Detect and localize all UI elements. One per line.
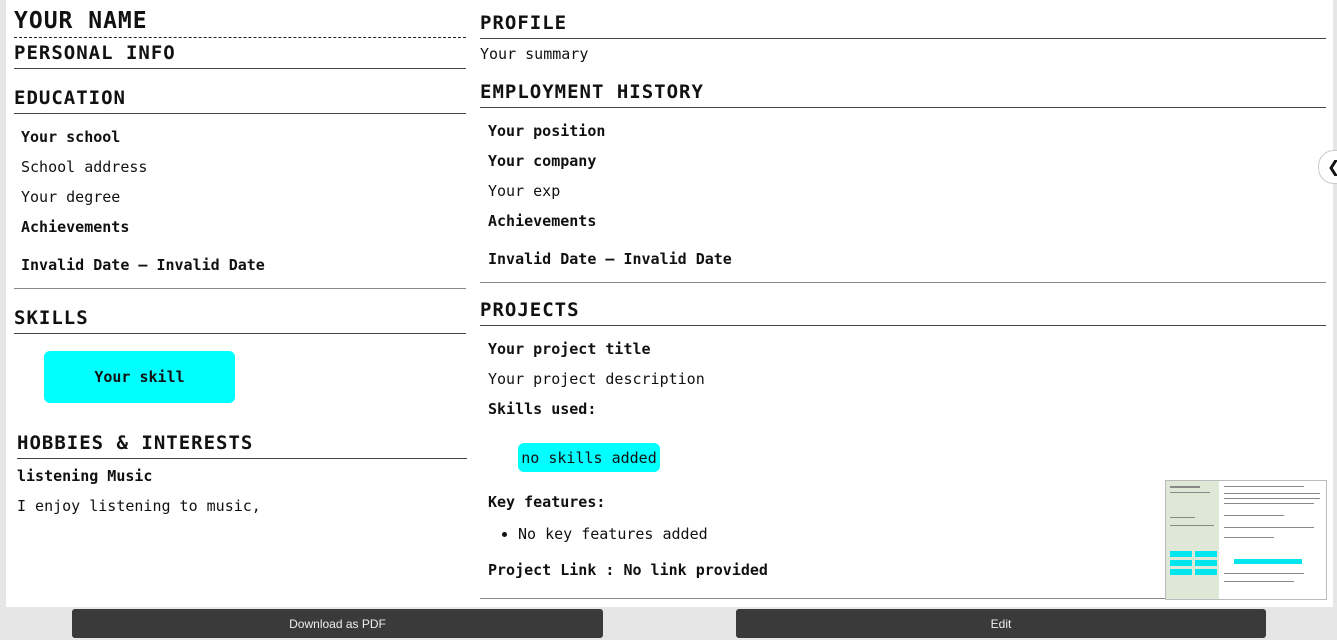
edit-button[interactable]: Edit <box>736 609 1266 638</box>
thumbnail-line <box>1224 503 1314 504</box>
thumbnail-pill <box>1170 551 1192 557</box>
project-link: Project Link : No link provided <box>488 561 768 579</box>
key-feature-item: No key features added <box>518 525 1148 543</box>
thumbnail-pill <box>1195 551 1217 557</box>
thumbnail-line <box>1224 573 1304 574</box>
education-title: EDUCATION <box>14 83 466 114</box>
thumbnail-line <box>1224 486 1304 487</box>
position: Your position <box>488 122 606 140</box>
projects-title: PROJECTS <box>480 295 1326 326</box>
hobby-description: I enjoy listening to music, <box>17 497 261 515</box>
skill-label: Your skill <box>94 368 185 386</box>
profile-title: PROFILE <box>480 0 1326 39</box>
chevron-left-icon: ❮ <box>1327 157 1337 176</box>
right-column: PROFILE Your summary EMPLOYMENT HISTORY … <box>480 0 1326 418</box>
thumbnail-line <box>1224 537 1274 538</box>
thumbnail-pill <box>1195 560 1217 566</box>
key-features-label: Key features: <box>488 493 606 511</box>
resume-sheet: YOUR NAME PERSONAL INFO EDUCATION Your s… <box>6 0 1333 607</box>
hobbies-section: HOBBIES & INTERESTS listening Music I en… <box>17 428 467 515</box>
thumbnail-line <box>1224 515 1284 516</box>
template-preview-thumbnail[interactable] <box>1165 480 1327 600</box>
skills-used-value: no skills added <box>521 448 657 467</box>
school-name: Your school <box>21 128 121 146</box>
thumbnail-line <box>1170 486 1200 488</box>
education-divider <box>14 288 466 289</box>
thumbnail-line <box>1224 527 1314 528</box>
employment-divider <box>480 282 1326 283</box>
school-address: School address <box>21 158 148 176</box>
skills-used-pill: no skills added <box>518 443 660 472</box>
employment-title: EMPLOYMENT HISTORY <box>480 77 1326 108</box>
profile-summary: Your summary <box>480 45 589 63</box>
project-entry: Your project title Your project descript… <box>480 340 1326 418</box>
download-pdf-button[interactable]: Download as PDF <box>72 609 603 638</box>
company: Your company <box>488 152 597 170</box>
education-entry: Your school School address Your degree A… <box>14 128 466 274</box>
employment-achievements: Achievements <box>488 212 597 230</box>
degree: Your degree <box>21 188 121 206</box>
left-column: YOUR NAME PERSONAL INFO EDUCATION Your s… <box>14 0 466 334</box>
hobbies-title: HOBBIES & INTERESTS <box>17 428 467 459</box>
project-description: Your project description <box>488 370 705 388</box>
experience: Your exp <box>488 182 561 200</box>
employment-entry: Your position Your company Your exp Achi… <box>480 122 1326 268</box>
thumbnail-pill <box>1170 560 1192 566</box>
key-features-list: No key features added <box>488 525 1148 543</box>
thumbnail-line <box>1224 498 1320 499</box>
personal-info-title: PERSONAL INFO <box>14 38 466 69</box>
employment-dates: Invalid Date – Invalid Date <box>488 250 732 268</box>
hobby-name: listening Music <box>17 467 153 485</box>
key-features-block: Key features: No key features added Proj… <box>488 493 1148 579</box>
thumbnail-line <box>1170 492 1210 493</box>
skill-pill: Your skill <box>44 351 235 403</box>
skills-title: SKILLS <box>14 303 466 334</box>
thumbnail-line <box>1170 525 1214 526</box>
thumbnail-pill <box>1170 569 1192 575</box>
resume-name: YOUR NAME <box>14 0 466 38</box>
thumbnail-pill <box>1234 559 1302 564</box>
project-title: Your project title <box>488 340 651 358</box>
thumbnail-line <box>1224 581 1294 582</box>
thumbnail-line <box>1224 493 1320 494</box>
thumbnail-line <box>1170 517 1195 518</box>
thumbnail-sidebar <box>1166 481 1219 599</box>
education-achievements: Achievements <box>21 218 130 236</box>
thumbnail-pill <box>1195 569 1217 575</box>
education-dates: Invalid Date – Invalid Date <box>21 256 265 274</box>
skills-used-label: Skills used: <box>488 400 597 418</box>
